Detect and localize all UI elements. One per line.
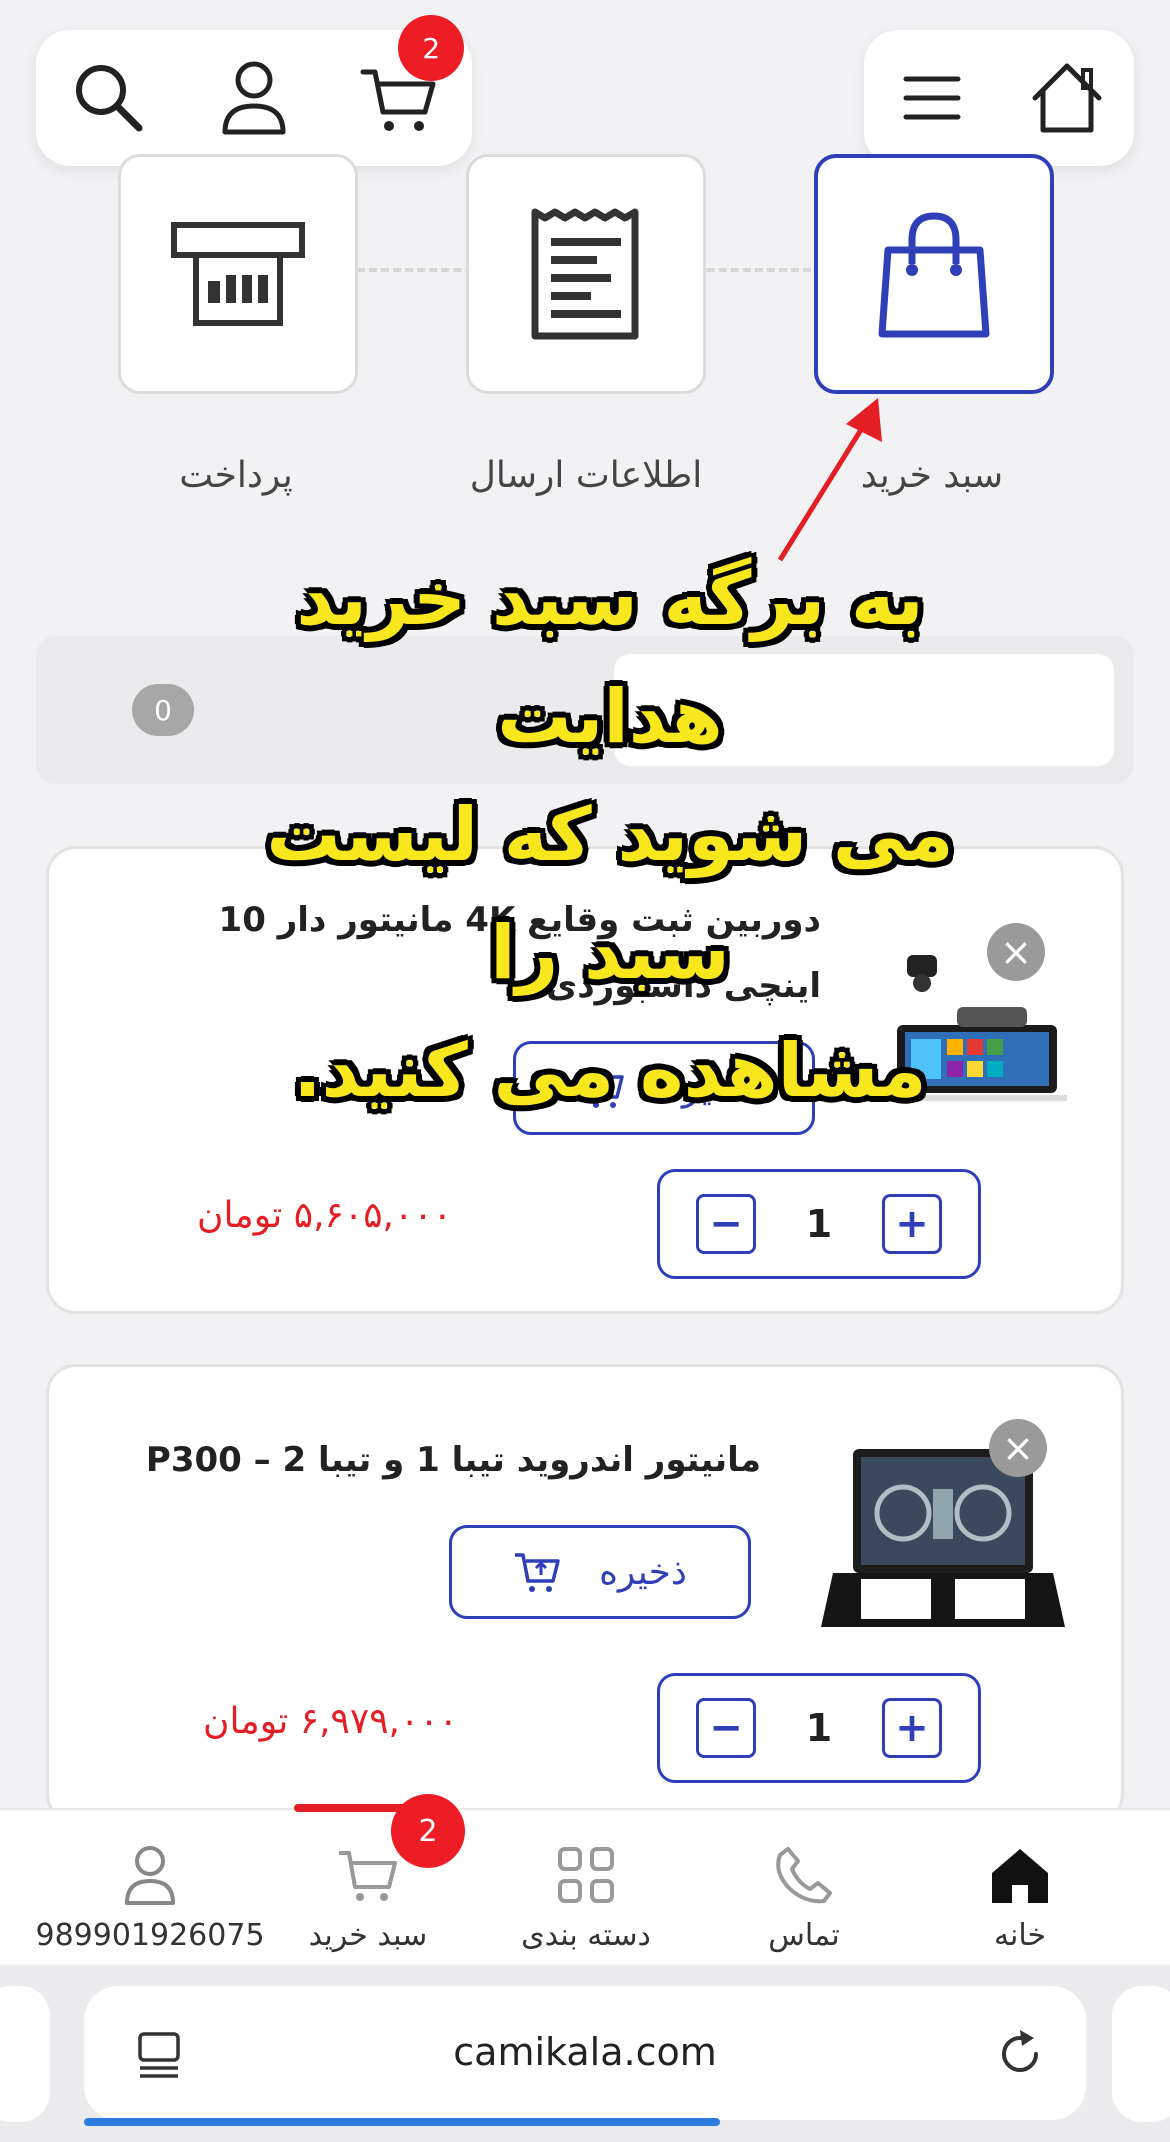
annotation-line-2: می شوید که لیست سبد را (266, 792, 954, 996)
grid-icon (558, 1847, 614, 1903)
address-bar[interactable]: camikala.com (84, 1986, 1086, 2126)
search-icon (75, 65, 143, 132)
quantity-stepper: − 1 + (657, 1673, 981, 1783)
account-button[interactable] (209, 53, 299, 143)
nav-cart-badge: 2 (391, 1794, 465, 1868)
bottom-navigation: 989901926075 2 سبد خرید دسته بندی تماس خ… (0, 1794, 1170, 1966)
minus-icon: − (709, 1201, 743, 1247)
product-image-android-monitor (821, 1449, 1065, 1627)
step-cart[interactable] (814, 154, 1054, 394)
nav-item-account[interactable]: 989901926075 (35, 1810, 265, 1966)
nav-label-categories: دسته بندی (521, 1918, 651, 1953)
browser-toolbar: camikala.com (0, 1966, 1170, 2142)
step-payment[interactable] (118, 154, 358, 394)
page-load-progress (84, 2118, 720, 2126)
quantity-value: 1 (805, 1202, 833, 1246)
nav-item-categories[interactable]: دسته بندی (476, 1810, 696, 1966)
plus-icon: + (895, 1201, 929, 1247)
nav-label-contact: تماس (768, 1918, 840, 1953)
close-icon: × (1002, 1426, 1034, 1470)
home-icon (1032, 63, 1101, 133)
increase-quantity-button[interactable]: + (881, 1194, 942, 1254)
plus-icon: + (895, 1705, 929, 1751)
tutorial-annotation: به برگه سبد خرید هدایت می شوید که لیست س… (190, 540, 1030, 1130)
shopping-bag-icon (878, 212, 990, 338)
previous-tab[interactable] (0, 1986, 50, 2122)
top-nav-bar (864, 30, 1134, 166)
checkout-steps (0, 150, 1170, 400)
user-icon (222, 61, 286, 135)
phone-icon (776, 1847, 832, 1904)
remove-item-button[interactable]: × (989, 1419, 1047, 1477)
nav-label-cart: سبد خرید (308, 1918, 428, 1953)
product-title[interactable]: مانیتور اندروید تیبا 1 و تیبا 2 – P300 (101, 1427, 761, 1493)
reload-icon[interactable] (994, 2028, 1046, 2080)
minus-icon: − (709, 1705, 743, 1751)
annotation-line-3: مشاهده می کنید. (293, 1028, 927, 1114)
save-label: ذخیره (599, 1551, 687, 1593)
step-label-shipping: اطلاعات ارسال (469, 455, 703, 496)
search-button[interactable] (64, 53, 154, 143)
cart-button[interactable]: 2 (354, 15, 465, 143)
user-icon (125, 1846, 175, 1905)
cart-count-badge: 0 (132, 684, 194, 736)
product-price: ۵,۶۰۵,۰۰۰ تومان (197, 1195, 452, 1236)
home-icon (992, 1849, 1048, 1903)
product-title-line1: مانیتور اندروید تیبا 1 و تیبا 2 – P300 (145, 1440, 761, 1480)
step-label-payment: پرداخت (179, 455, 293, 496)
top-actions-bar: 2 (36, 15, 472, 166)
menu-icon (903, 76, 960, 120)
decrease-quantity-button[interactable]: − (696, 1698, 756, 1758)
cart-item: × مانیتور اندروید تیبا 1 و تیبا 2 – P300… (46, 1364, 1124, 1824)
cart-save-icon (515, 1553, 560, 1592)
increase-quantity-button[interactable]: + (881, 1698, 942, 1758)
nav-label-account: 989901926075 (35, 1918, 265, 1953)
quantity-stepper: − 1 + (657, 1169, 981, 1279)
menu-button[interactable] (887, 53, 977, 143)
home-button[interactable] (1022, 53, 1112, 143)
nav-label-home: خانه (993, 1918, 1047, 1953)
save-for-later-button[interactable]: ذخیره (449, 1525, 751, 1619)
payment-icon (171, 222, 305, 326)
decrease-quantity-button[interactable]: − (696, 1194, 756, 1254)
cart-icon (339, 1851, 397, 1901)
quantity-value: 1 (805, 1706, 833, 1750)
url-text: camikala.com (453, 2030, 717, 2074)
nav-item-cart[interactable]: 2 سبد خرید (258, 1794, 478, 1966)
nav-item-contact[interactable]: تماس (694, 1810, 914, 1966)
step-shipping-info[interactable] (466, 154, 706, 394)
product-price: ۶,۹۷۹,۰۰۰ تومان (203, 1701, 458, 1742)
annotation-line-1: به برگه سبد خرید هدایت (296, 556, 924, 760)
nav-item-home[interactable]: خانه (910, 1810, 1130, 1966)
receipt-icon (531, 208, 639, 340)
cart-badge: 2 (398, 15, 465, 81)
next-tab[interactable] (1112, 1986, 1170, 2122)
